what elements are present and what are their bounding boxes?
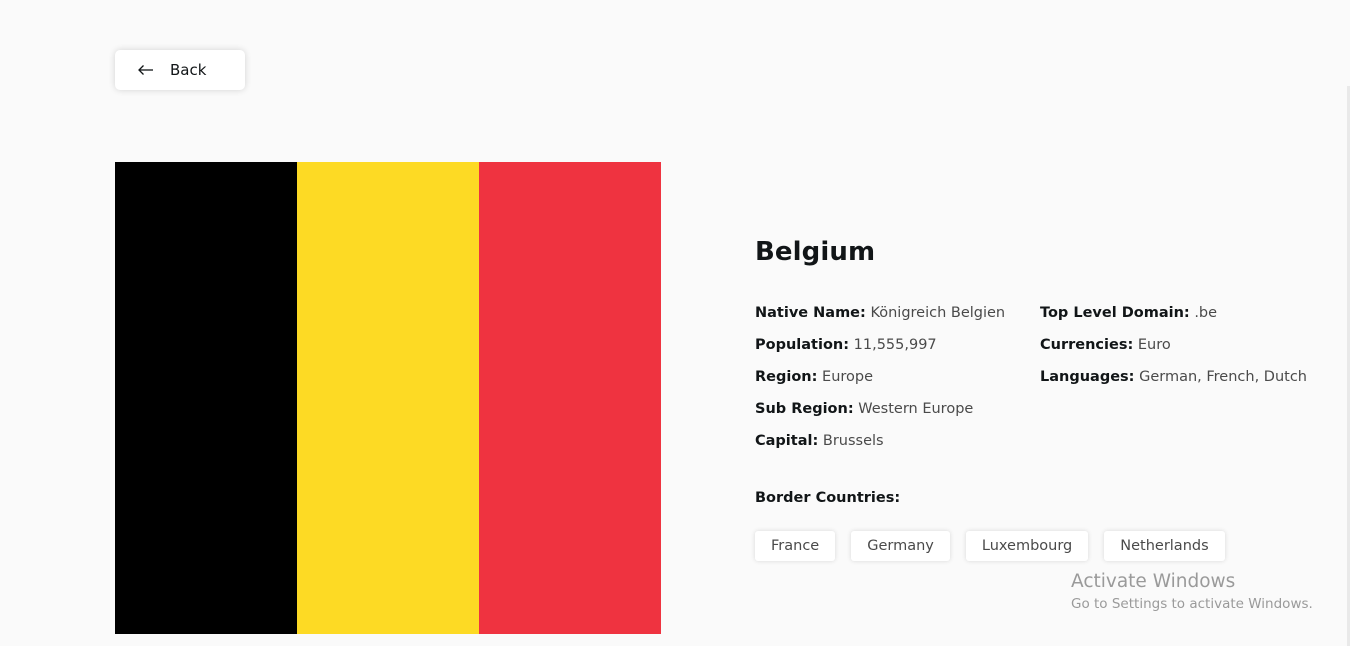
info-capital: Capital: Brussels xyxy=(755,425,1040,457)
border-country-chip[interactable]: Germany xyxy=(851,531,950,561)
info-column-primary: Native Name: Königreich Belgien Populati… xyxy=(755,297,1040,457)
info-label: Population: xyxy=(755,337,850,353)
back-button-label: Back xyxy=(170,61,207,79)
info-value: Königreich Belgien xyxy=(870,305,1006,321)
border-countries-label: Border Countries: xyxy=(755,490,901,506)
info-column-secondary: Top Level Domain: .be Currencies: Euro L… xyxy=(1040,297,1307,457)
flag-stripe-red xyxy=(479,162,661,634)
info-currencies: Currencies: Euro xyxy=(1040,329,1307,361)
info-label: Top Level Domain: xyxy=(1040,305,1190,321)
info-value: Brussels xyxy=(822,433,884,449)
info-native-name: Native Name: Königreich Belgien xyxy=(755,297,1040,329)
info-top-level-domain: Top Level Domain: .be xyxy=(1040,297,1307,329)
info-value: Euro xyxy=(1137,337,1171,353)
info-population: Population: 11,555,997 xyxy=(755,329,1040,361)
info-region: Region: Europe xyxy=(755,361,1040,393)
watermark-title: Activate Windows xyxy=(1071,571,1236,592)
info-label: Sub Region: xyxy=(755,401,854,417)
info-value: Western Europe xyxy=(858,401,974,417)
border-country-chip[interactable]: France xyxy=(755,531,836,561)
info-label: Region: xyxy=(755,369,818,385)
flag-stripe-black xyxy=(115,162,297,634)
info-value: 11,555,997 xyxy=(853,337,937,353)
info-label: Capital: xyxy=(755,433,819,449)
country-details: Belgium Native Name: Königreich Belgien … xyxy=(755,232,1315,457)
flag-stripe-yellow xyxy=(297,162,479,634)
country-flag xyxy=(115,162,661,634)
info-languages: Languages: German, French, Dutch xyxy=(1040,361,1307,393)
info-sub-region: Sub Region: Western Europe xyxy=(755,393,1040,425)
country-name: Belgium xyxy=(755,237,876,267)
info-label: Native Name: xyxy=(755,305,866,321)
info-value: .be xyxy=(1194,305,1218,321)
info-label: Currencies: xyxy=(1040,337,1134,353)
info-columns: Native Name: Königreich Belgien Populati… xyxy=(755,297,1315,457)
info-value: Europe xyxy=(822,369,874,385)
windows-activation-watermark: Activate Windows Go to Settings to activ… xyxy=(1071,570,1313,614)
back-button[interactable]: Back xyxy=(115,50,245,90)
arrow-left-icon xyxy=(137,63,155,77)
watermark-subtitle: Go to Settings to activate Windows. xyxy=(1071,596,1313,612)
border-country-chip[interactable]: Luxembourg xyxy=(965,531,1089,561)
border-country-chip[interactable]: Netherlands xyxy=(1104,531,1225,561)
info-value: German, French, Dutch xyxy=(1139,369,1307,385)
info-label: Languages: xyxy=(1040,369,1135,385)
border-countries-list: France Germany Luxembourg Netherlands xyxy=(755,531,1225,561)
